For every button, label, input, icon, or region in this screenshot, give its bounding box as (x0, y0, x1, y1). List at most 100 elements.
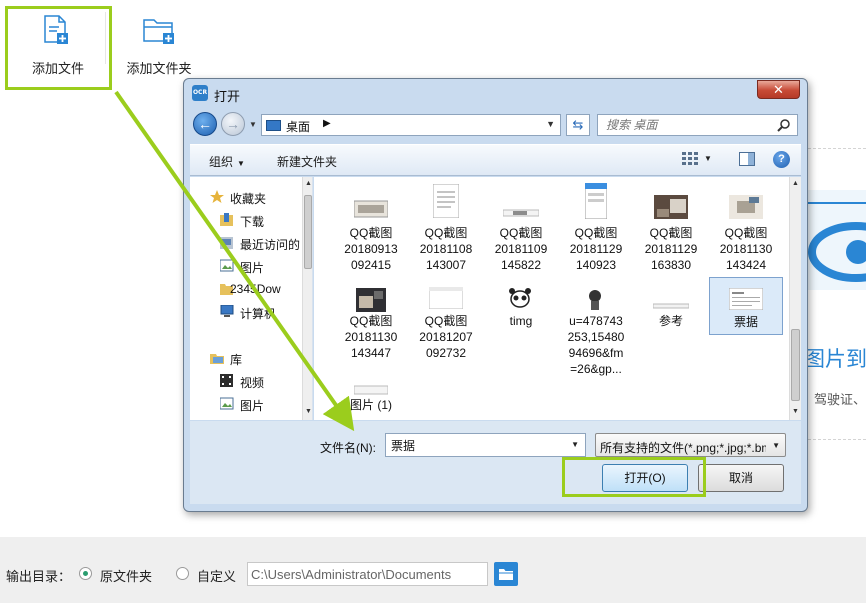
original-folder-label: 原文件夹 (100, 569, 153, 584)
nav-label: 2345Dow (230, 282, 281, 296)
preview-pane-button[interactable] (739, 152, 755, 166)
image-thumbnail-icon (354, 200, 388, 218)
file-item[interactable]: QQ截图 20181130 143424 (709, 181, 783, 281)
filename-dropdown-icon[interactable]: ▼ (571, 440, 579, 449)
file-item[interactable]: QQ截图 20181130 143447 (334, 283, 408, 383)
organize-label: 组织 (209, 155, 234, 169)
nav-item-pictures[interactable]: 图片 (190, 256, 300, 276)
browse-folder-button[interactable] (494, 562, 518, 586)
view-dropdown-icon[interactable]: ▼ (704, 154, 712, 163)
scroll-down-icon[interactable]: ▼ (792, 408, 799, 415)
file-item[interactable]: QQ截图 20181109 145822 (484, 181, 558, 281)
new-folder-button[interactable]: 新建文件夹 (277, 153, 337, 170)
meme-thumbnail-icon (581, 287, 611, 311)
scroll-up-icon[interactable]: ▲ (792, 180, 799, 187)
nav-item-videos[interactable]: 视频 (190, 371, 300, 391)
ocr-app-icon: OCR (192, 85, 208, 101)
pictures-icon (220, 259, 234, 272)
add-folder-label: 添加文件夹 (126, 61, 192, 76)
file-item[interactable]: QQ截图 20181108 143007 (409, 181, 483, 281)
breadcrumb-chevron-icon[interactable]: ▶ (323, 118, 331, 129)
refresh-button[interactable]: ⇆ (566, 114, 590, 136)
add-folder-icon (143, 19, 174, 44)
help-button[interactable]: ? (773, 151, 790, 168)
file-scrollbar[interactable]: ▲ ▼ (789, 177, 801, 420)
nav-label: 最近访问的 (240, 238, 300, 252)
navigation-pane: 收藏夹 下载 最近访问的 图片 2345Dow 计算机 库 视频 图片 ▲ ▼ (190, 177, 313, 420)
file-item[interactable]: 图片 (1) (334, 381, 408, 420)
nav-item-recent[interactable]: 最近访问的 (190, 233, 300, 253)
file-name: QQ截图 20180913 092415 (344, 226, 398, 272)
nav-label: 计算机 (240, 307, 277, 321)
file-scroll-thumb[interactable] (791, 329, 800, 401)
file-item[interactable]: QQ截图 20181207 092732 (409, 283, 483, 383)
nav-label: 视频 (240, 376, 265, 390)
scroll-up-icon[interactable]: ▲ (305, 180, 312, 187)
library-icon (210, 354, 224, 364)
image-thumbnail-icon (354, 385, 388, 395)
scroll-down-icon[interactable]: ▼ (305, 408, 312, 415)
nav-item-downloads[interactable]: 下载 (190, 210, 300, 230)
custom-folder-radio[interactable] (176, 567, 189, 580)
nav-label: 收藏夹 (230, 192, 267, 206)
nav-item-2345download[interactable]: 2345Dow (190, 279, 300, 299)
file-name: timg (509, 314, 533, 328)
dashed-divider (808, 439, 866, 440)
image-thumbnail-icon (429, 287, 463, 309)
open-button-highlight-box (562, 457, 706, 497)
file-name: QQ截图 20181130 143447 (344, 314, 398, 360)
nav-item-library[interactable]: 库 (190, 348, 300, 368)
file-item-selected[interactable]: 票据 (709, 277, 783, 335)
file-item[interactable]: 参考 (634, 283, 708, 383)
file-name: u=478743 253,15480 94696&fm =26&gp... (567, 314, 625, 376)
file-item[interactable]: QQ截图 20181129 140923 (559, 181, 633, 281)
nav-scroll-thumb[interactable] (304, 195, 312, 269)
dialog-close-button[interactable]: ✕ (757, 80, 800, 99)
file-name: 图片 (1) (349, 398, 392, 412)
address-bar[interactable]: 桌面 ▶ ▼ (261, 114, 561, 136)
eye-icon (808, 222, 866, 282)
search-box[interactable] (597, 114, 798, 136)
dialog-footer: 文件名(N): ▼ 所有支持的文件(*.png;*.jpg;*.bmp) ▼ 打… (190, 421, 801, 504)
cancel-button[interactable]: 取消 (698, 464, 784, 492)
app-toolbar: 添加文件 添加文件夹 (0, 0, 866, 90)
file-name: 参考 (658, 314, 683, 328)
custom-folder-label: 自定义 (197, 569, 237, 584)
image-thumbnail-icon (653, 303, 689, 309)
file-item[interactable]: QQ截图 20180913 092415 (334, 181, 408, 281)
dialog-titlebar[interactable]: OCR 打开 ✕ (184, 79, 807, 107)
nav-item-pictures-library[interactable]: 图片 (190, 394, 300, 414)
file-item[interactable]: QQ截图 20181129 163830 (634, 181, 708, 281)
output-label: 输出目录： (6, 569, 72, 584)
view-options-icon[interactable] (682, 152, 698, 166)
receipt-thumbnail-icon (729, 288, 763, 310)
nav-scrollbar[interactable]: ▲ ▼ (302, 177, 312, 420)
dialog-title: 打开 (214, 89, 241, 104)
file-type-select[interactable]: 所有支持的文件(*.png;*.jpg;*.bmp) ▼ (595, 433, 786, 457)
organize-menu[interactable]: 组织 ▼ (209, 153, 245, 170)
address-text: 桌面 (286, 120, 311, 134)
nav-item-computer[interactable]: 计算机 (190, 302, 300, 322)
document-thumbnail-icon (433, 184, 459, 218)
filename-field[interactable]: ▼ (385, 433, 586, 457)
nav-item-favorites[interactable]: 收藏夹 (190, 187, 300, 207)
filename-input[interactable] (386, 434, 566, 456)
computer-icon (220, 305, 234, 317)
downloads-folder-icon (220, 213, 233, 226)
add-folder-button[interactable]: 添加文件夹 (109, 8, 209, 88)
forward-button[interactable]: → (221, 112, 245, 136)
file-type-text: 所有支持的文件(*.png;*.jpg;*.bmp) (600, 441, 766, 455)
video-icon (220, 374, 233, 387)
original-folder-radio[interactable] (79, 567, 92, 580)
output-path-input[interactable] (247, 562, 488, 586)
search-input[interactable] (598, 115, 773, 135)
address-dropdown-icon[interactable]: ▼ (546, 119, 555, 129)
open-file-dialog: OCR 打开 ✕ ← → ▼ 桌面 ▶ ▼ ⇆ 组织▼ 新建文件夹 ▼ (183, 78, 808, 512)
back-button[interactable]: ← (193, 112, 217, 136)
star-icon (210, 190, 224, 203)
file-item[interactable]: timg (484, 283, 558, 383)
image-thumbnail-icon (503, 209, 539, 217)
address-row: ← → ▼ 桌面 ▶ ▼ ⇆ (184, 109, 807, 141)
history-dropdown-icon[interactable]: ▼ (249, 120, 257, 129)
file-item[interactable]: u=478743 253,15480 94696&fm =26&gp... (559, 283, 633, 383)
